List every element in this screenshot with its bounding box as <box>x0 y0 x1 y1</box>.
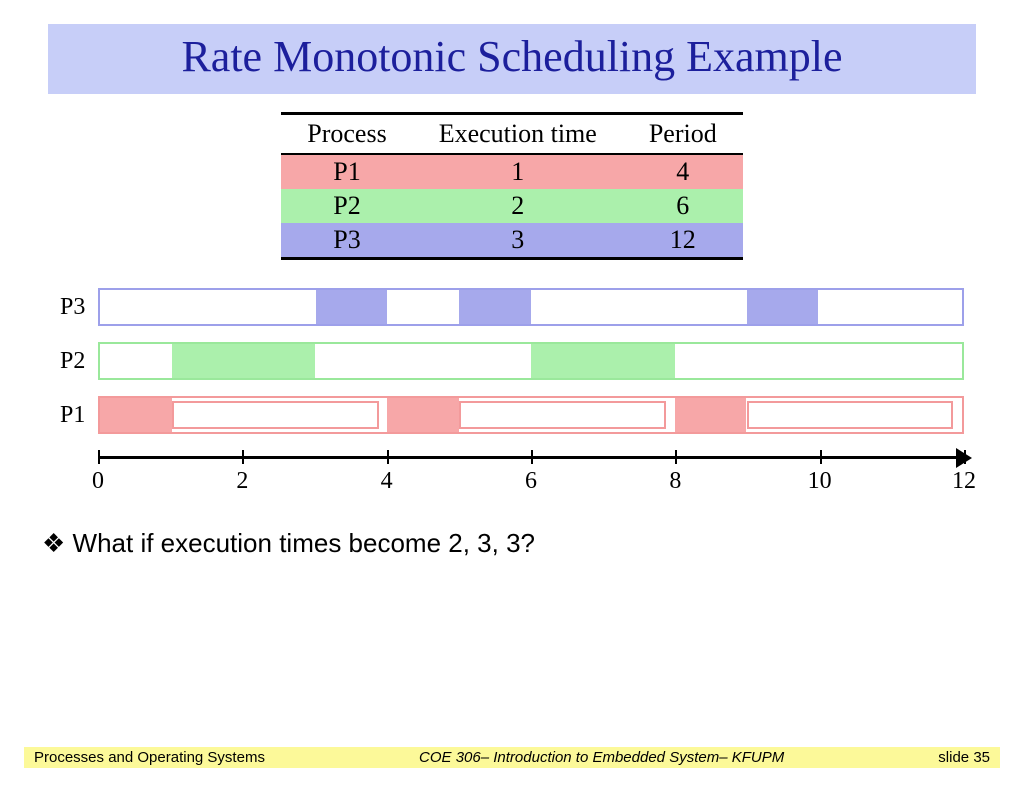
axis-tick <box>531 450 533 464</box>
footer-right: slide 35 <box>938 749 990 766</box>
track-p3: P3 <box>60 288 964 326</box>
run-segment <box>675 398 747 432</box>
schedule-chart: P3 P2 P1 024681012 <box>60 288 964 500</box>
footer-left: Processes and Operating Systems <box>34 749 265 766</box>
run-segment <box>459 290 531 324</box>
axis-tick-label: 6 <box>525 468 537 495</box>
run-segment <box>100 398 172 432</box>
run-segment <box>747 290 819 324</box>
col-period: Period <box>623 114 743 155</box>
axis-tick-label: 12 <box>952 468 976 495</box>
col-exec: Execution time <box>413 114 623 155</box>
page-title: Rate Monotonic Scheduling Example <box>48 24 976 94</box>
axis-tick <box>387 450 389 464</box>
run-segment <box>531 344 675 378</box>
run-segment <box>387 398 459 432</box>
table-row: P2 2 6 <box>281 189 742 223</box>
track-label: P1 <box>60 402 98 429</box>
axis-tick <box>98 450 100 464</box>
axis-tick-label: 2 <box>236 468 248 495</box>
run-segment <box>172 344 316 378</box>
time-axis: 024681012 <box>98 450 964 500</box>
axis-tick <box>964 450 966 464</box>
col-process: Process <box>281 114 412 155</box>
axis-tick <box>242 450 244 464</box>
period-frame <box>459 401 666 429</box>
axis-tick-label: 0 <box>92 468 104 495</box>
period-frame <box>172 401 379 429</box>
run-segment <box>316 290 388 324</box>
footer-center: COE 306– Introduction to Embedded System… <box>419 749 784 766</box>
process-table: Process Execution time Period P1 1 4 P2 … <box>281 112 742 260</box>
period-frame <box>747 401 954 429</box>
axis-tick <box>675 450 677 464</box>
track-p1: P1 <box>60 396 964 434</box>
axis-tick-label: 8 <box>669 468 681 495</box>
diamond-bullet-icon: ❖ <box>42 528 65 558</box>
axis-tick-label: 4 <box>381 468 393 495</box>
track-label: P3 <box>60 294 98 321</box>
track-p2: P2 <box>60 342 964 380</box>
table-row: P1 1 4 <box>281 154 742 189</box>
track-label: P2 <box>60 348 98 375</box>
question-text: ❖ What if execution times become 2, 3, 3… <box>42 528 1024 559</box>
table-row: P3 3 12 <box>281 223 742 259</box>
slide-footer: Processes and Operating Systems COE 306–… <box>24 747 1000 768</box>
axis-tick <box>820 450 822 464</box>
axis-tick-label: 10 <box>808 468 832 495</box>
